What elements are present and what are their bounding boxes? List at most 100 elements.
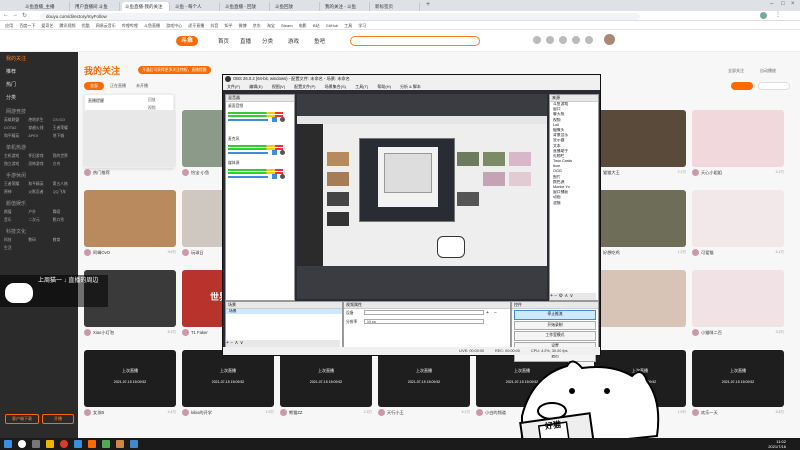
sidebar-game-link[interactable]: 英雄联盟: [4, 117, 25, 124]
sidebar-game-link[interactable]: 方舟: [53, 161, 74, 168]
stream-thumbnail[interactable]: 上次直播 2021-07-15 15:09:52: [182, 350, 274, 407]
stream-thumbnail[interactable]: [692, 110, 784, 167]
streamer-name[interactable]: kikio的开学: [191, 410, 212, 416]
sidebar-game-link[interactable]: 恐怖游戏: [28, 161, 49, 168]
stream-thumbnail[interactable]: [594, 270, 686, 327]
back-icon[interactable]: ←: [3, 12, 9, 18]
add-icon[interactable]: +: [486, 310, 489, 316]
browser-tab[interactable]: 新标签页: [372, 2, 420, 11]
sidebar-game-link[interactable]: 颜值: [4, 209, 25, 216]
url-input[interactable]: douyu.com/directory/myFollow: [40, 12, 640, 20]
browser-tab[interactable]: 用户直播间 斗鱼: [72, 2, 120, 11]
bookmark[interactable]: GitHub: [326, 21, 338, 29]
source-item[interactable]: 滤镜: [550, 201, 598, 206]
bookmark[interactable]: 知乎: [225, 21, 233, 29]
sidebar-game-link[interactable]: CS:GO: [53, 117, 74, 124]
sort-select[interactable]: [758, 82, 790, 90]
stream-card[interactable]: [594, 270, 686, 336]
autoplay-toggle[interactable]: 自动播放: [760, 68, 776, 74]
speaker-icon[interactable]: [272, 117, 277, 122]
stream-card[interactable]: 好想吃鸡 1.2万: [594, 190, 686, 256]
volume-slider[interactable]: [228, 152, 268, 154]
site-logo[interactable]: 斗鱼: [176, 36, 198, 46]
close-icon[interactable]: ×: [791, 1, 795, 7]
streamer-name[interactable]: 小猫咪二百: [701, 330, 722, 336]
streamer-name[interactable]: 熊猫ZZ: [289, 410, 303, 416]
avatar[interactable]: [84, 169, 91, 176]
nav-category[interactable]: 分类: [262, 37, 273, 45]
sidebar-game-link[interactable]: 地下城: [53, 133, 74, 140]
sidebar-item-hot[interactable]: 热门: [0, 78, 78, 91]
avatar[interactable]: [84, 329, 91, 336]
avatar[interactable]: [182, 409, 189, 416]
gear-icon[interactable]: [280, 150, 285, 155]
nav-live[interactable]: 直播: [240, 37, 251, 45]
bookmark[interactable]: 电影: [299, 21, 307, 29]
stream-thumbnail[interactable]: 上次直播 2021-07-15 15:09:52: [84, 350, 176, 407]
streamer-name[interactable]: 猫猫大王: [603, 170, 620, 176]
app-icon[interactable]: [116, 440, 124, 448]
add-icon[interactable]: +: [226, 340, 229, 346]
stream-card[interactable]: 小猫咪二百 3.3万: [692, 270, 784, 336]
stream-card[interactable]: 热门推荐: [84, 110, 176, 176]
obs-menu-item[interactable]: 帮助(H): [377, 83, 391, 90]
browser-tab[interactable]: 斗鱼 - 每个人: [172, 2, 220, 11]
avatar[interactable]: [692, 409, 699, 416]
gear-icon[interactable]: [280, 117, 285, 122]
speaker-icon[interactable]: [272, 150, 277, 155]
device-select[interactable]: [364, 310, 484, 315]
bookmark[interactable]: B站: [313, 21, 320, 29]
avatar[interactable]: [604, 34, 615, 45]
streamer-name[interactable]: 女孩B: [93, 410, 104, 416]
avatar[interactable]: [692, 169, 699, 176]
stream-card[interactable]: 上次直播 2021-07-15 15:09:52 天行小王 5.1万: [378, 350, 470, 416]
stream-card[interactable]: 上次直播 2021-07-15 15:09:52 欢乐一天 6.8万: [692, 350, 784, 416]
history-icon[interactable]: [533, 36, 541, 44]
obs-menu-item[interactable]: 视图(V): [272, 83, 285, 90]
obs-menu-item[interactable]: 文件(F): [227, 83, 240, 90]
follow-filter-button[interactable]: [731, 82, 753, 90]
stream-card[interactable]: 上次直播 2021-07-15 15:09:52 熊猫ZZ 2.3万: [280, 350, 372, 416]
sidebar-game-link[interactable]: 二次元: [28, 217, 49, 224]
stream-thumbnail[interactable]: [594, 190, 686, 247]
streamer-name[interactable]: 天心小姐姐: [701, 170, 722, 176]
add-icon[interactable]: +: [550, 293, 553, 299]
sidebar-game-link[interactable]: 户外: [28, 209, 49, 216]
stream-card[interactable]: 可爱猫 6.1万: [692, 190, 784, 256]
bookmark[interactable]: 虎牙直播: [188, 21, 204, 29]
volume-slider[interactable]: [228, 119, 268, 121]
task-view-icon[interactable]: [32, 440, 40, 448]
bookmark[interactable]: 应用: [5, 21, 13, 29]
down-arrow-icon[interactable]: ∨: [570, 293, 574, 299]
sidebar-game-link[interactable]: 教育: [53, 237, 74, 244]
sidebar-game-link[interactable]: DOTA2: [4, 125, 25, 132]
obs-menu-item[interactable]: 编辑(E): [249, 83, 262, 90]
bookmark[interactable]: 工具: [344, 21, 352, 29]
bookmark[interactable]: 京东: [253, 21, 261, 29]
streamer-name[interactable]: 小白的频道: [485, 410, 506, 416]
obs-menu-item[interactable]: 场景集合(S): [325, 83, 346, 90]
up-arrow-icon[interactable]: ∧: [565, 293, 569, 299]
bookmark[interactable]: 腾讯视频: [60, 21, 76, 29]
bookmark[interactable]: 哔哩哔哩: [122, 21, 138, 29]
message-icon[interactable]: [559, 36, 567, 44]
bookmark[interactable]: 斗鱼直播: [144, 21, 160, 29]
stream-thumbnail[interactable]: [594, 110, 686, 167]
streamer-name[interactable]: 好想吃鸡: [603, 250, 620, 256]
avatar[interactable]: [692, 329, 699, 336]
forward-icon[interactable]: →: [12, 12, 18, 18]
profile-icon[interactable]: [760, 12, 767, 19]
browser-tab[interactable]: 斗鱼直播 - 回放: [222, 2, 270, 11]
sidebar-game-link[interactable]: 王者荣耀: [53, 125, 74, 132]
obs-menu-item[interactable]: 分析 & 脚本: [400, 83, 421, 90]
sidebar-game-link[interactable]: 独立游戏: [4, 161, 25, 168]
douyu-icon[interactable]: [88, 440, 96, 448]
follow-sub-item[interactable]: 回放: [148, 96, 172, 104]
minimize-icon[interactable]: –: [770, 1, 773, 7]
tab-live[interactable]: 正在直播: [110, 82, 126, 90]
bookmark[interactable]: 学习: [358, 21, 366, 29]
sidebar-game-link[interactable]: 数码: [28, 237, 49, 244]
scene-item[interactable]: 场景: [226, 309, 342, 315]
sidebar-game-link[interactable]: 生活: [4, 245, 25, 252]
sidebar-item-category[interactable]: 分类: [0, 91, 78, 104]
